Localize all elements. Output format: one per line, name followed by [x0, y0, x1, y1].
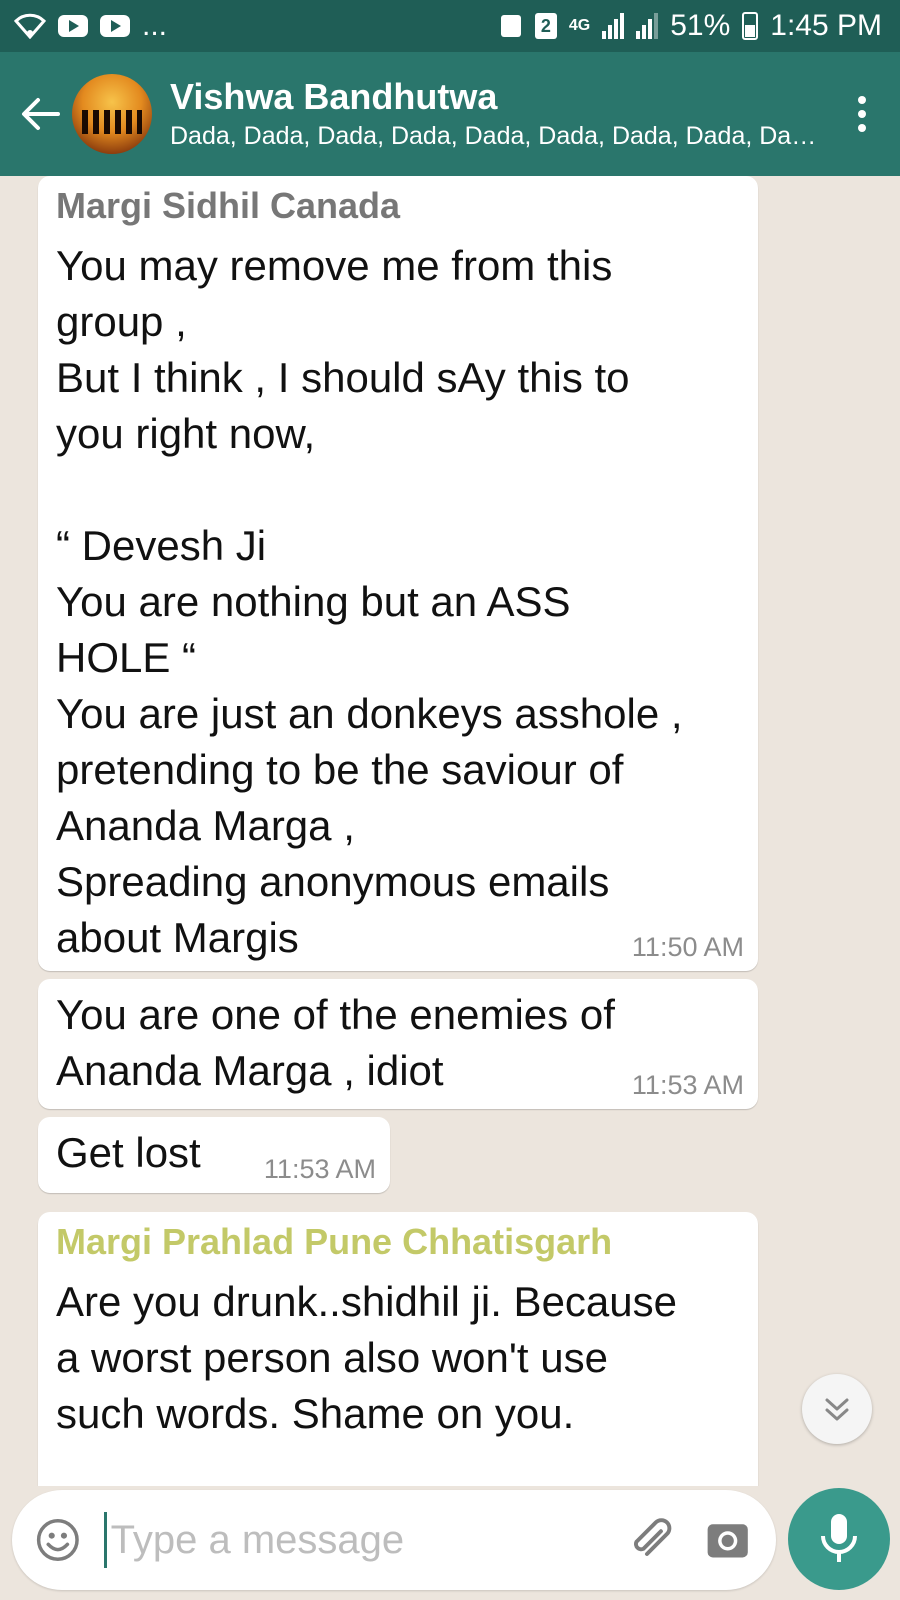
message-time: 11:53 AM [631, 1070, 744, 1100]
youtube-icon [58, 15, 88, 37]
youtube-icon [100, 15, 130, 37]
composer [12, 1490, 776, 1590]
more-notifications: ... [142, 9, 168, 42]
wifi-icon [14, 13, 46, 39]
message-text: Are you drunk..shidhil ji. Because a wor… [56, 1278, 677, 1437]
message-text: You may remove me from this group , But … [56, 242, 683, 961]
message-time: 11:53 AM [263, 1154, 376, 1184]
chevron-double-down-icon [825, 1398, 849, 1421]
scroll-to-bottom-button[interactable] [802, 1374, 872, 1444]
chat-header: Vishwa Bandhutwa Dada, Dada, Dada, Dada,… [0, 52, 900, 176]
signal-icon [636, 13, 659, 39]
emoji-icon[interactable] [36, 1515, 80, 1565]
message-bubble[interactable]: You are one of the enemies of Ananda Mar… [38, 979, 758, 1109]
camera-icon[interactable] [705, 1514, 750, 1566]
status-bar: ... 2 4G 51% 1:45 PM [0, 0, 900, 52]
back-arrow-icon[interactable] [12, 84, 68, 144]
signal-icon [602, 13, 625, 39]
network-type: 4G [568, 17, 591, 34]
voice-record-button[interactable] [788, 1488, 890, 1590]
message-bubble[interactable]: Margi Sidhil Canada You may remove me fr… [38, 176, 758, 971]
group-avatar[interactable] [72, 74, 152, 154]
message-sender: Margi Prahlad Pune Chhatisgarh [56, 1221, 613, 1262]
message-bubble[interactable]: Get lost 11:53 AM [38, 1117, 390, 1193]
menu-dots-icon[interactable] [842, 84, 882, 144]
chat-participants: Dada, Dada, Dada, Dada, Dada, Dada, Dada… [170, 122, 820, 150]
clock: 1:45 PM [770, 9, 882, 42]
message-sender: Margi Sidhil Canada [56, 185, 401, 226]
battery-percent: 51% [670, 9, 731, 42]
attach-icon[interactable] [626, 1512, 675, 1568]
battery-icon [742, 12, 759, 40]
message-input[interactable] [103, 1512, 626, 1568]
message-time: 11:50 AM [631, 932, 744, 962]
message-list[interactable]: Margi Sidhil Canada You may remove me fr… [0, 176, 900, 1486]
chat-title: Vishwa Bandhutwa [170, 76, 498, 117]
sim-badge: 2 [534, 13, 557, 39]
recycle-icon [499, 13, 523, 39]
chat-info[interactable]: Vishwa Bandhutwa Dada, Dada, Dada, Dada,… [170, 75, 842, 153]
mic-icon [821, 1514, 857, 1562]
message-bubble[interactable]: Margi Prahlad Pune Chhatisgarh Are you d… [38, 1212, 758, 1486]
